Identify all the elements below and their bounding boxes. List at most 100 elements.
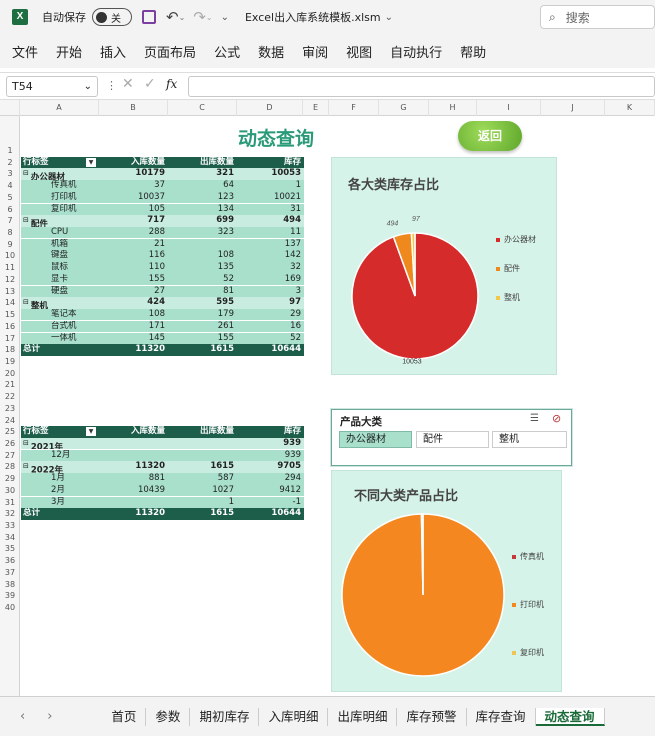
row-header[interactable]: 39 [0,590,20,602]
menu-formulas[interactable]: 公式 [214,42,240,61]
row-header[interactable]: 12 [0,274,20,286]
row-header[interactable]: 9 [0,239,20,251]
pivot-row[interactable]: 1月 881 587 294 [21,473,304,485]
pivot-header-row[interactable]: 行标签 ▼ 入库数量 出库数量 库存 [21,156,304,169]
undo-icon[interactable]: ↶ [166,8,179,26]
row-header[interactable]: 37 [0,567,20,579]
pivot-row[interactable]: 鼠标 110 135 32 [21,262,304,274]
value-cell[interactable]: 11320 [100,344,169,355]
pivot-row[interactable]: 显卡 155 52 169 [21,273,304,286]
menu-data[interactable]: 数据 [258,42,284,61]
row-label-cell[interactable]: ⊟ 2022年 [21,461,100,472]
value-cell[interactable]: 10644 [238,508,304,519]
value-cell[interactable]: 939 [238,450,304,461]
value-cell[interactable]: 10021 [238,192,304,203]
value-cell[interactable]: 323 [169,227,238,238]
customize-qat-icon[interactable]: ⌄ [221,12,229,23]
tab-opening-stock[interactable]: 期初库存 [190,707,260,726]
value-cell[interactable]: 1 [238,180,304,191]
pivot-row[interactable]: 打印机 10037 123 10021 [21,191,304,204]
tab-scroll-left-icon[interactable]: ‹ [20,709,25,724]
value-cell[interactable]: 31 [238,204,304,215]
search-box[interactable]: ⌕ 搜索 [540,5,655,29]
column-header-k[interactable]: K [605,100,655,116]
row-header[interactable]: 35 [0,543,20,555]
value-cell[interactable]: 155 [169,333,238,344]
value-cell[interactable]: 29 [238,309,304,320]
pivot-row[interactable]: ⊟ 2021年 939 [21,438,304,450]
pivot-row[interactable]: ⊟ 办公器材 10179 321 10053 [21,168,304,180]
pivot-row[interactable]: 复印机 105 134 31 [21,203,304,215]
value-cell[interactable]: 108 [169,250,238,261]
value-cell[interactable]: 出库数量 [169,157,238,168]
row-header[interactable]: 28 [0,461,20,473]
row-label-cell[interactable]: 3月 [21,497,100,508]
back-button[interactable]: 返回 [458,121,522,151]
value-cell[interactable]: 出库数量 [169,426,238,437]
value-cell[interactable] [100,450,169,461]
value-cell[interactable]: 939 [238,438,304,449]
value-cell[interactable]: 142 [238,250,304,261]
value-cell[interactable] [169,239,238,250]
pivot-row[interactable]: 笔记本 108 179 29 [21,309,304,321]
pivot-row[interactable]: 硬盘 27 81 3 [21,285,304,298]
value-cell[interactable]: 21 [100,239,169,250]
value-cell[interactable]: 10053 [238,168,304,179]
value-cell[interactable]: 587 [169,473,238,484]
column-header-c[interactable]: C [168,100,237,116]
value-cell[interactable]: 1027 [169,485,238,496]
row-header[interactable]: 21 [0,379,20,391]
row-header[interactable]: 19 [0,356,20,368]
tab-inbound[interactable]: 入库明细 [259,707,329,726]
save-icon[interactable] [142,10,156,24]
value-cell[interactable]: 179 [169,309,238,320]
tab-outbound[interactable]: 出库明细 [328,707,398,726]
value-cell[interactable] [169,438,238,449]
insert-function-icon[interactable]: fx [166,77,177,91]
value-cell[interactable]: 424 [100,297,169,308]
value-cell[interactable]: 16 [238,321,304,332]
value-cell[interactable]: 52 [238,333,304,344]
value-cell[interactable]: 入库数量 [100,426,169,437]
column-header-i[interactable]: I [477,100,541,116]
value-cell[interactable]: 123 [169,192,238,203]
row-header[interactable]: 40 [0,602,20,614]
row-header[interactable]: 25 [0,426,20,438]
row-label-cell[interactable]: 机箱 [21,239,100,250]
row-label-cell[interactable]: 复印机 [21,204,100,215]
value-cell[interactable]: 261 [169,321,238,332]
row-header[interactable]: 10 [0,250,20,262]
value-cell[interactable]: 1 [169,497,238,508]
row-header[interactable]: 18 [0,344,20,356]
value-cell[interactable]: 171 [100,321,169,332]
row-header[interactable]: 1 [0,145,20,157]
column-header-d[interactable]: D [237,100,303,116]
row-label-cell[interactable]: ⊟ 整机 [21,297,100,308]
value-cell[interactable]: 699 [169,215,238,226]
tab-params[interactable]: 参数 [146,707,191,726]
collapse-icon[interactable]: ⊟ [23,297,29,308]
undo-dropdown-icon[interactable]: ⌄ [179,13,186,22]
row-header[interactable]: 34 [0,532,20,544]
value-cell[interactable]: 717 [100,215,169,226]
slicer-item-parts[interactable]: 配件 [416,431,489,448]
value-cell[interactable] [100,438,169,449]
tab-home[interactable]: 首页 [102,707,147,726]
menu-automate[interactable]: 自动执行 [390,42,442,61]
file-name[interactable]: Excel出入库系统模板.xlsm [245,9,381,25]
value-cell[interactable]: 81 [169,286,238,297]
menu-view[interactable]: 视图 [346,42,372,61]
row-label-cell[interactable]: 硬盘 [21,286,100,297]
value-cell[interactable]: 881 [100,473,169,484]
column-header-j[interactable]: J [541,100,605,116]
column-header-g[interactable]: G [379,100,429,116]
value-cell[interactable]: 321 [169,168,238,179]
value-cell[interactable]: 库存 [238,157,304,168]
tab-stock-query[interactable]: 库存查询 [467,707,536,726]
multi-select-icon[interactable]: ☰ [530,413,539,424]
value-cell[interactable]: 108 [100,309,169,320]
value-cell[interactable]: 116 [100,250,169,261]
filter-dropdown-icon[interactable]: ▼ [86,157,96,167]
value-cell[interactable]: 11320 [100,508,169,519]
value-cell[interactable]: 64 [169,180,238,191]
